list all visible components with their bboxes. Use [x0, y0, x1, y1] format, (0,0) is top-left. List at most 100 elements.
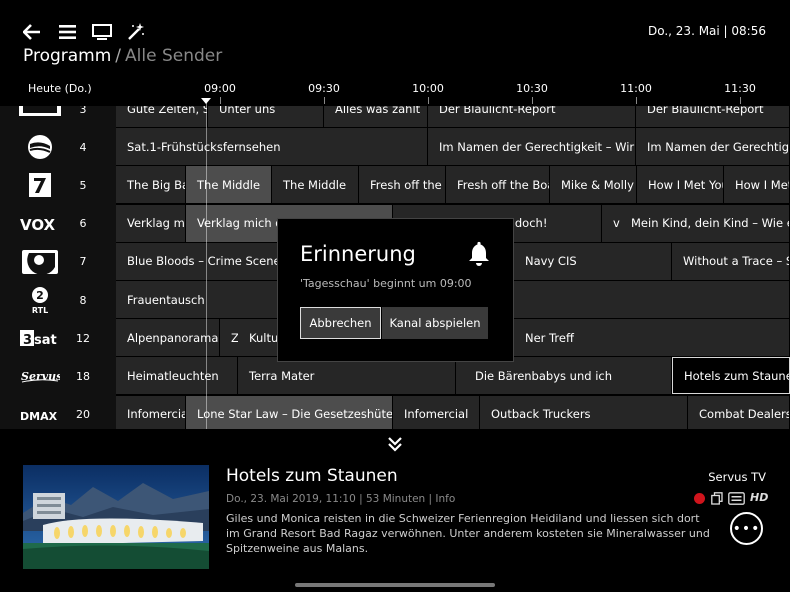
program-cell[interactable]: [514, 281, 790, 318]
program-cell[interactable]: How I Met You: [637, 166, 724, 204]
reminder-dialog: Erinnerung 'Tagesschau' beginnt um 09:00…: [277, 218, 514, 362]
program-cell[interactable]: Without a Trace – Sp: [672, 242, 790, 280]
title-separator: /: [115, 46, 122, 66]
channel-logo: VOX: [15, 211, 65, 237]
program-cell[interactable]: Infomercial: [393, 395, 480, 429]
subtitles-icon: [728, 492, 745, 505]
bell-icon: [469, 241, 489, 266]
program-cell[interactable]: The Big Ba: [116, 166, 186, 204]
program-cell[interactable]: Mein Kind, dein Kind – Wie erz: [620, 204, 790, 242]
program-meta: Do., 23. Mai 2019, 11:10 | 53 Minuten | …: [226, 493, 456, 505]
program-cell[interactable]: Infomercial: [116, 395, 186, 429]
program-cell[interactable]: Combat Dealers: [688, 395, 790, 429]
title-channel-filter[interactable]: Alle Sender: [125, 46, 222, 66]
time-tick: [532, 97, 533, 104]
program-cell[interactable]: Der Blaulicht-Report: [428, 106, 636, 127]
channel-number: 5: [79, 178, 87, 192]
program-cell[interactable]: The Middle: [186, 166, 272, 204]
program-cell[interactable]: Die Bärenbabys und ich: [464, 357, 672, 395]
home-indicator[interactable]: [295, 583, 495, 587]
program-cell[interactable]: Der Blaulicht-Report: [636, 106, 790, 127]
channel-logo: [15, 172, 65, 198]
program-cell[interactable]: Outback Truckers: [480, 395, 688, 429]
channel-logo: DMAX: [15, 402, 65, 428]
epg-screen: Do., 23. Mai | 08:56 Programm / Alle Sende…: [0, 0, 790, 592]
program-cell[interactable]: Heimatleuchten: [116, 357, 238, 395]
time-label: 09:00: [204, 82, 236, 95]
time-tick: [220, 97, 221, 104]
collapse-chevron-icon[interactable]: [386, 436, 404, 452]
tv-icon[interactable]: [91, 22, 113, 42]
program-cell[interactable]: Verklag mich: [116, 204, 186, 242]
channel-row[interactable]: 3: [0, 106, 116, 128]
program-cell[interactable]: Kultur: [238, 319, 278, 357]
program-cell[interactable]: Terra Mater: [238, 357, 456, 395]
copy-icon: [711, 492, 723, 505]
program-cell[interactable]: Sat.1-Frühstücksfernsehen: [116, 128, 428, 166]
program-cell[interactable]: Im Namen der Gerechtigkeit: [636, 128, 790, 166]
channel-number: 8: [79, 293, 87, 307]
magic-wand-icon[interactable]: [126, 22, 146, 42]
now-indicator-marker: [201, 98, 211, 104]
hd-badge: HD: [750, 491, 769, 504]
back-arrow-icon[interactable]: [22, 22, 42, 42]
program-cell[interactable]: Alles was zählt: [324, 106, 428, 127]
current-datetime: Do., 23. Mai | 08:56: [647, 24, 766, 38]
channel-number: 3: [79, 106, 87, 116]
channel-row[interactable]: 5: [0, 166, 116, 204]
svg-text:sat: sat: [34, 333, 57, 347]
program-channel: Servus TV: [708, 470, 766, 484]
channel-row[interactable]: 7: [0, 243, 116, 281]
title-programm[interactable]: Programm: [23, 46, 111, 66]
channel-number: 20: [76, 408, 90, 422]
channel-logo: Servus: [15, 363, 65, 389]
now-indicator-line: [206, 99, 207, 429]
program-cell[interactable]: Hotels zum Staunen: [672, 357, 790, 395]
program-cell[interactable]: Lone Star Law – Die Gesetzeshüter vo: [186, 395, 393, 429]
time-tick: [324, 97, 325, 104]
time-tick: [740, 97, 741, 104]
program-cell[interactable]: Blue Bloods – Crime Scene: [116, 242, 278, 280]
svg-text:2: 2: [36, 289, 44, 302]
program-cell[interactable]: Mike & Molly: [550, 166, 637, 204]
channel-number: 6: [79, 217, 87, 231]
channel-row[interactable]: 4: [0, 128, 116, 166]
reminder-title: Erinnerung: [300, 242, 416, 266]
channel-number: 18: [76, 369, 90, 383]
program-cell[interactable]: How I Met: [724, 166, 790, 204]
svg-text:DMAX: DMAX: [20, 410, 58, 422]
program-cell[interactable]: Alpenpanorama: [116, 319, 220, 357]
program-cell[interactable]: Ner Treff: [514, 319, 790, 357]
program-thumbnail[interactable]: [23, 465, 209, 569]
program-cell[interactable]: Navy CIS: [514, 242, 672, 280]
program-description: Giles und Monica reisten in die Schweize…: [226, 512, 710, 555]
channel-logo: [15, 134, 65, 160]
menu-icon[interactable]: [57, 22, 77, 42]
channel-row[interactable]: DMAX 20: [0, 396, 116, 429]
program-cell[interactable]: The Middle: [272, 166, 359, 204]
day-label[interactable]: Heute (Do.): [28, 82, 92, 95]
channel-row[interactable]: VOX 6: [0, 205, 116, 243]
play-channel-button[interactable]: Kanal abspielen: [382, 307, 488, 339]
program-cell[interactable]: Unter uns: [208, 106, 324, 127]
cancel-button[interactable]: Abbrechen: [300, 307, 381, 339]
channel-row[interactable]: 3 sat 12: [0, 319, 116, 357]
program-cell[interactable]: Frauentausch: [116, 281, 278, 318]
program-cell[interactable]: Fresh off the Boat: [446, 166, 550, 204]
program-title: Hotels zum Staunen: [226, 466, 398, 486]
channel-number: 12: [76, 331, 90, 345]
channel-row[interactable]: Servus 18: [0, 357, 116, 395]
record-icon[interactable]: [694, 493, 705, 504]
channel-row[interactable]: 2 RTL 8: [0, 281, 116, 319]
program-cell[interactable]: Fresh off the B: [359, 166, 446, 204]
time-label: 11:00: [620, 82, 652, 95]
channel-logo: [15, 106, 65, 122]
channel-number: 4: [79, 140, 87, 154]
channel-column: 3 4 5 VOX 6 7 2 RTL 8 3 sat 12 Servus 18 DMAX 20: [0, 106, 116, 429]
channel-logo: 2 RTL: [15, 287, 65, 314]
time-label: 11:30: [724, 82, 756, 95]
program-cell[interactable]: Gute Zeiten, Schlechte: [116, 106, 208, 127]
channel-number: 7: [79, 255, 87, 269]
more-options-button[interactable]: •••: [730, 512, 763, 545]
program-cell[interactable]: Im Namen der Gerechtigkeit – Wir kä: [428, 128, 636, 166]
